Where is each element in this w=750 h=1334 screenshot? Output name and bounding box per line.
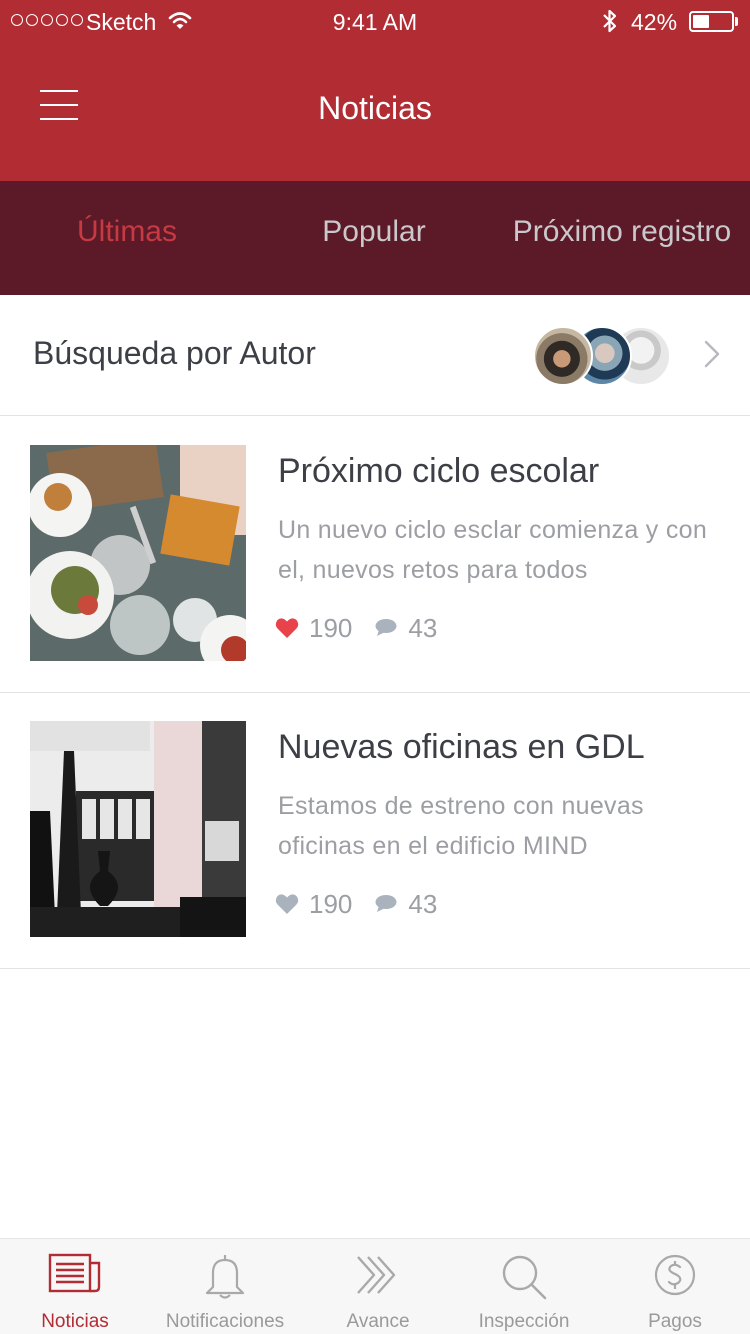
tabbar-label: Avance [346, 1311, 410, 1332]
article-title: Próximo ciclo escolar [278, 452, 600, 490]
avatar [533, 326, 593, 386]
tabbar-item-pagos[interactable]: Pagos [600, 1239, 750, 1334]
article-image [30, 445, 246, 661]
newspaper-icon [0, 1253, 150, 1303]
magnifier-icon [449, 1253, 599, 1303]
article-description: Un nuevo ciclo esclar comienza y con el,… [278, 516, 708, 584]
article-stats: 190 43 [275, 886, 437, 922]
chevron-right-icon [703, 339, 721, 374]
tabbar-label: Pagos [648, 1311, 702, 1332]
tab-proximo-registro[interactable]: Próximo registro [494, 215, 750, 249]
bell-icon [150, 1253, 300, 1303]
like-button[interactable]: 190 [275, 889, 352, 920]
tabbar-item-inspeccion[interactable]: Inspección [449, 1239, 599, 1334]
tabbar-item-notificaciones[interactable]: Notificaciones [150, 1239, 300, 1334]
author-avatars [533, 326, 673, 386]
article-card[interactable]: Próximo ciclo escolar Un nuevo ciclo esc… [0, 416, 750, 693]
status-bar: Sketch 9:41 AM 42% [0, 0, 750, 44]
comments-button[interactable]: 43 [374, 613, 437, 644]
article-title: Nuevas oficinas en GDL [278, 728, 645, 766]
bottom-tab-bar: Noticias Notificaciones Avance Inspecció… [0, 1238, 750, 1334]
like-button[interactable]: 190 [275, 613, 352, 644]
tabbar-item-avance[interactable]: Avance [303, 1239, 453, 1334]
author-search-row[interactable]: Búsqueda por Autor [0, 295, 750, 416]
dollar-coin-icon [600, 1253, 750, 1303]
comment-bubble-icon [375, 619, 397, 636]
comments-button[interactable]: 43 [374, 889, 437, 920]
tabbar-label: Noticias [41, 1311, 109, 1332]
like-count: 190 [309, 612, 353, 643]
battery-level [693, 15, 709, 28]
tab-popular[interactable]: Popular [254, 215, 494, 249]
author-search-label: Búsqueda por Autor [33, 335, 316, 371]
bluetooth-icon [600, 8, 620, 39]
comment-count: 43 [408, 888, 438, 919]
category-tabs: Últimas Popular Próximo registro [0, 181, 750, 295]
article-card[interactable]: Nuevas oficinas en GDL Estamos de estren… [0, 692, 750, 969]
tabbar-item-noticias[interactable]: Noticias [0, 1239, 150, 1334]
chevrons-right-icon [303, 1253, 453, 1303]
page-title: Noticias [318, 90, 432, 126]
app-header: Sketch 9:41 AM 42% Noticias [0, 0, 750, 181]
tabbar-label: Inspección [478, 1311, 570, 1332]
comment-count: 43 [408, 612, 438, 643]
article-description: Estamos de estreno con nuevas oficinas e… [278, 792, 644, 860]
article-stats: 190 43 [275, 610, 437, 646]
article-image [30, 721, 246, 937]
tab-ultimas[interactable]: Últimas [0, 215, 254, 249]
like-count: 190 [309, 888, 353, 919]
battery-tip [735, 17, 738, 26]
comment-bubble-icon [375, 895, 397, 912]
heart-icon [275, 894, 299, 914]
battery-percent: 42% [631, 9, 678, 35]
tabbar-label: Notificaciones [165, 1311, 285, 1332]
battery-icon [689, 11, 734, 32]
heart-icon [275, 618, 299, 638]
